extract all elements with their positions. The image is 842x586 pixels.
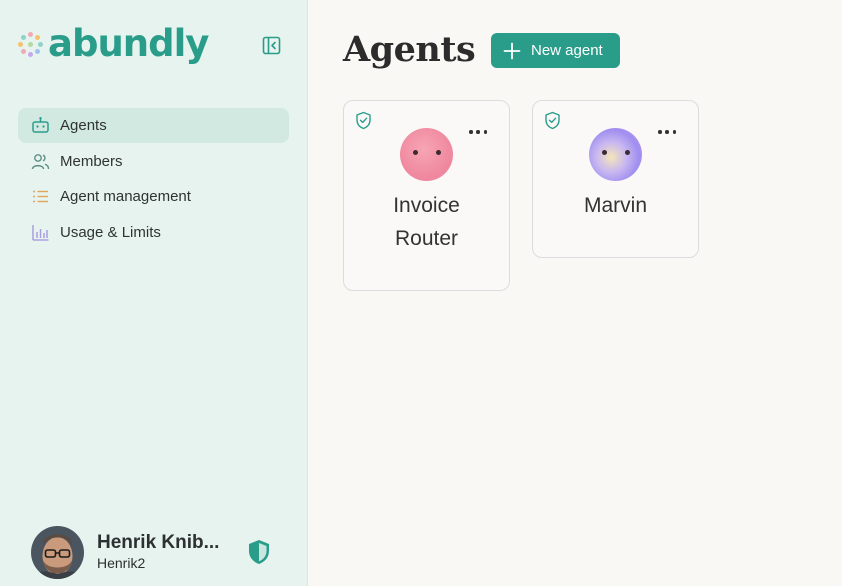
new-agent-button[interactable]: New agent xyxy=(491,33,620,68)
agent-card-invoice-router[interactable]: Invoice Router xyxy=(343,100,510,291)
plus-icon xyxy=(503,42,521,60)
list-icon xyxy=(31,187,50,206)
agent-card-marvin[interactable]: Marvin xyxy=(532,100,699,258)
sidebar-collapse-icon[interactable] xyxy=(262,36,281,55)
robot-icon xyxy=(31,116,50,135)
sidebar-item-agent-management[interactable]: Agent management xyxy=(18,179,289,214)
bar-chart-icon xyxy=(31,223,50,242)
sidebar-item-label: Usage & Limits xyxy=(60,223,161,241)
page-title: Agents xyxy=(343,29,476,70)
users-icon xyxy=(31,152,50,171)
sidebar-nav: Agents Members Agent management Usage & … xyxy=(18,108,289,250)
agent-name: Invoice Router xyxy=(393,194,460,250)
sidebar-item-usage-limits[interactable]: Usage & Limits xyxy=(18,215,289,250)
logo[interactable]: abundly xyxy=(18,22,209,66)
agent-name: Marvin xyxy=(583,194,647,217)
sidebar-item-label: Agents xyxy=(60,117,107,134)
user-profile[interactable]: Henrik Knib... Henrik2 xyxy=(31,525,276,579)
agent-avatar xyxy=(400,128,453,181)
logo-mark-icon xyxy=(18,31,44,57)
more-horizontal-icon[interactable] xyxy=(469,127,487,137)
sidebar-item-label: Agent management xyxy=(60,188,191,205)
new-agent-label: New agent xyxy=(531,42,603,59)
main-content: Agents New agent Invoice Router Marvin xyxy=(309,0,842,586)
user-name: Henrik Knib... xyxy=(97,532,220,553)
verified-shield-icon xyxy=(354,111,373,130)
user-info: Henrik Knib... Henrik2 xyxy=(97,531,227,573)
logo-text: abundly xyxy=(48,22,209,65)
user-handle: Henrik2 xyxy=(97,555,146,571)
agent-avatar xyxy=(589,128,642,181)
verified-shield-icon xyxy=(543,111,562,130)
more-horizontal-icon[interactable] xyxy=(658,127,676,137)
sidebar: abundly Agents Members Agent management … xyxy=(0,0,308,586)
sidebar-item-label: Members xyxy=(60,152,123,170)
shield-icon[interactable] xyxy=(245,538,273,566)
avatar[interactable] xyxy=(31,525,84,579)
sidebar-item-agents[interactable]: Agents xyxy=(18,108,289,143)
sidebar-item-members[interactable]: Members xyxy=(18,144,289,179)
